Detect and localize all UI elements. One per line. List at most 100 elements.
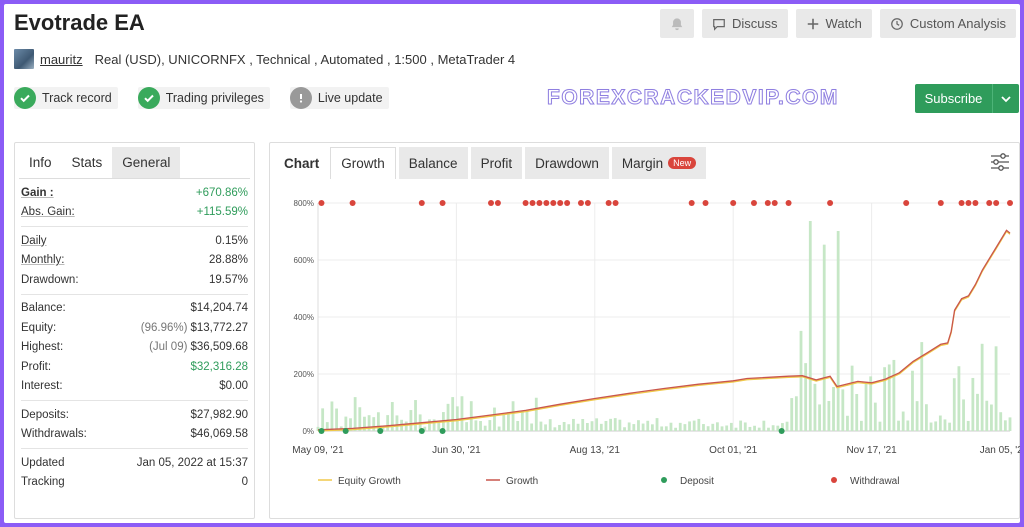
legend-label: Equity Growth — [338, 476, 401, 487]
stats-tabs: Info Stats General — [19, 147, 250, 179]
volume-bar — [729, 422, 733, 431]
volume-bar — [748, 426, 752, 431]
volume-bar — [887, 364, 891, 431]
withdrawal-marker — [764, 200, 771, 206]
stat-value: $46,069.58 — [190, 428, 248, 441]
stat-label[interactable]: Daily — [21, 235, 47, 247]
volume-bar — [785, 421, 789, 431]
badge-label: Live update — [317, 91, 383, 105]
volume-bar — [613, 418, 617, 431]
x-tick-label: Oct 01, '21 — [709, 445, 757, 456]
volume-bar — [558, 424, 561, 431]
volume-bar — [966, 420, 970, 431]
volume-bar — [1003, 420, 1007, 431]
tab-balance[interactable]: Balance — [398, 147, 468, 179]
stat-value: $0.00 — [219, 380, 248, 393]
growth-chart[interactable]: 0% 200% 400% 600% 800% May 09, '21 Jun 30, '21… — [270, 183, 1020, 519]
volume-bar — [585, 423, 589, 431]
volume-bar — [753, 425, 756, 431]
volume-bar — [525, 410, 529, 431]
volume-bar — [688, 421, 691, 431]
withdrawal-marker — [543, 200, 550, 206]
volume-bar — [507, 412, 510, 431]
badge-trading-privileges[interactable]: Trading privileges — [137, 87, 270, 109]
volume-bar — [990, 404, 993, 431]
volume-bar — [716, 422, 719, 431]
withdrawal-marker — [937, 200, 944, 206]
legend-swatch — [831, 477, 837, 483]
volume-bar — [576, 423, 580, 431]
discuss-button[interactable]: Discuss — [702, 9, 788, 38]
stat-label: Drawdown: — [21, 273, 79, 286]
deposit-marker — [377, 428, 384, 434]
volume-bar — [534, 397, 538, 431]
tab-stats[interactable]: Stats — [61, 147, 113, 178]
tab-margin[interactable]: Margin New — [611, 147, 707, 179]
volume-bar — [790, 398, 794, 431]
tab-growth[interactable]: Growth — [330, 147, 396, 179]
volume-bar — [813, 383, 817, 431]
volume-bar — [637, 420, 640, 431]
stat-label[interactable]: Monthly: — [21, 254, 64, 266]
withdrawal-marker — [522, 200, 529, 206]
badge-live-update[interactable]: Live update — [289, 87, 389, 109]
equity-growth-line — [317, 230, 1011, 432]
volume-bar — [627, 422, 631, 431]
deposit-marker — [418, 428, 425, 434]
volume-bar — [567, 424, 571, 431]
volume-bar — [664, 426, 668, 431]
tab-info[interactable]: Info — [19, 147, 62, 178]
volume-bar — [850, 365, 854, 431]
volume-bar — [460, 396, 464, 431]
volume-bar — [516, 420, 520, 431]
subscribe-dropdown[interactable] — [992, 84, 1019, 113]
withdrawal-marker — [564, 200, 571, 206]
x-tick-label: May 09, '21 — [292, 445, 344, 456]
subscribe-button[interactable]: Subscribe — [915, 84, 1019, 113]
volume-bar — [836, 231, 840, 431]
stat-label[interactable]: Abs. Gain: — [21, 206, 75, 218]
volume-bar — [827, 400, 831, 431]
x-tick-label: Jan 05, '22 — [980, 445, 1020, 456]
custom-analysis-button[interactable]: Custom Analysis — [879, 9, 1016, 38]
volume-bar — [404, 421, 408, 431]
stat-row-profit: Profit: $32,316.28 — [21, 357, 248, 377]
withdrawal-marker — [536, 200, 543, 206]
account-details: Real (USD), UNICORNFX , Technical , Auto… — [94, 51, 516, 67]
volume-bar — [353, 397, 357, 431]
stat-row-balance: Balance: $14,204.74 — [21, 299, 248, 319]
volume-bar — [855, 394, 859, 431]
withdrawal-marker — [529, 200, 536, 206]
equity-amount: $13,772.27 — [190, 321, 248, 334]
tab-drawdown[interactable]: Drawdown — [525, 147, 609, 179]
badge-track-record[interactable]: Track record — [14, 87, 118, 109]
stat-label: Withdrawals: — [21, 428, 87, 441]
tab-margin-label: Margin — [621, 155, 664, 171]
volume-bar — [446, 403, 450, 431]
tab-profit[interactable]: Profit — [470, 147, 523, 179]
y-tick-label: 200% — [294, 370, 314, 379]
volume-bar — [483, 425, 487, 431]
tab-general[interactable]: General — [112, 147, 181, 178]
withdrawal-marker — [1007, 200, 1013, 206]
clock-icon — [891, 17, 903, 30]
volume-bar — [901, 411, 905, 431]
stat-label: Profit: — [21, 360, 52, 373]
username-link[interactable]: mauritz — [40, 52, 83, 67]
stat-label[interactable]: Gain : — [21, 187, 54, 199]
withdrawal-marker — [439, 200, 446, 206]
chevron-down-icon — [1001, 95, 1011, 102]
stat-row-updated: Updated Jan 05, 2022 at 15:37 — [21, 453, 248, 473]
stat-value: $27,982.90 — [190, 408, 248, 421]
volume-bar — [539, 421, 543, 431]
volume-bar — [372, 417, 376, 431]
avatar[interactable] — [14, 49, 34, 69]
settings-sliders-icon[interactable] — [989, 153, 1011, 171]
withdrawal-marker — [958, 200, 965, 206]
volume-bar — [859, 420, 863, 431]
volume-bar — [553, 427, 557, 431]
watch-button[interactable]: Watch — [795, 9, 872, 38]
volume-bar — [762, 420, 766, 431]
volume-bar — [641, 423, 645, 431]
notify-button[interactable] — [660, 9, 695, 38]
